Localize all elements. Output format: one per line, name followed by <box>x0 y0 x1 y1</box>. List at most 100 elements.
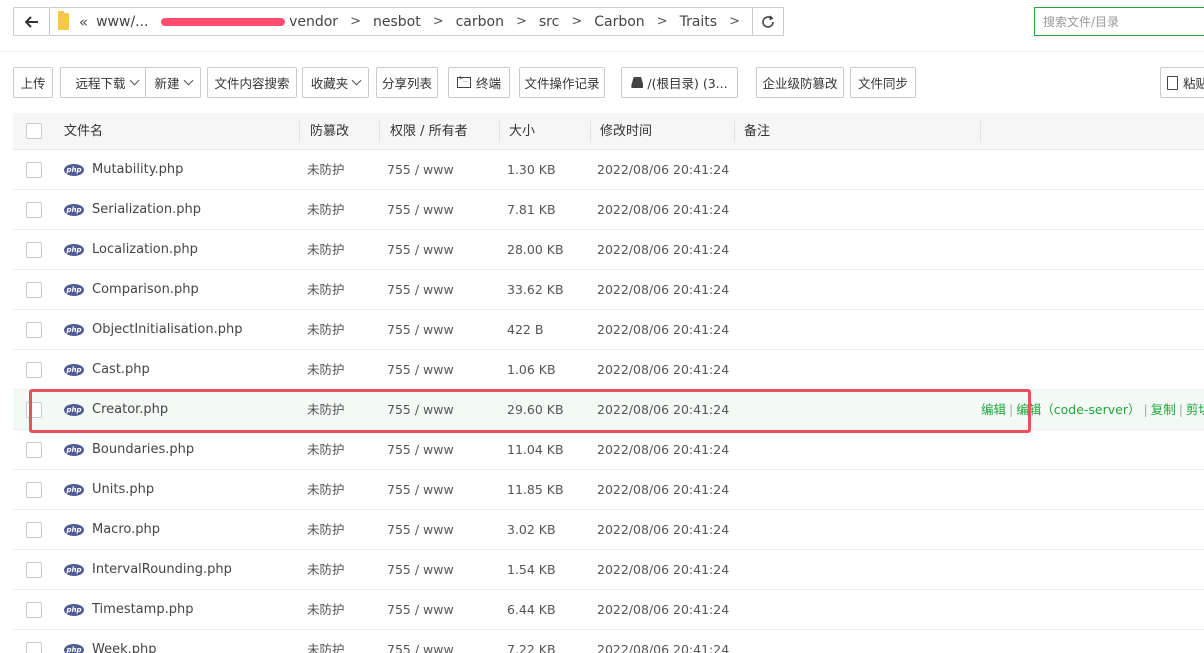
file-name[interactable]: IntervalRounding.php <box>92 550 232 590</box>
tamper-status[interactable]: 未防护 <box>307 390 345 430</box>
permission-owner[interactable]: 755 / www <box>387 150 454 190</box>
file-name[interactable]: Serialization.php <box>92 190 201 230</box>
file-name[interactable]: Boundaries.php <box>92 430 194 470</box>
permission-owner[interactable]: 755 / www <box>387 390 454 430</box>
row-checkbox[interactable] <box>26 482 42 498</box>
file-name[interactable]: Comparison.php <box>92 270 199 310</box>
row-checkbox[interactable] <box>26 442 42 458</box>
table-row[interactable]: php Week.php 未防护 755 / www 7.22 KB 2022/08/06… <box>13 630 1204 653</box>
remote-download-label: 远程下载 <box>75 76 126 91</box>
tamper-status[interactable]: 未防护 <box>307 430 345 470</box>
permission-owner[interactable]: 755 / www <box>387 350 454 390</box>
tamper-status[interactable]: 未防护 <box>307 630 345 653</box>
breadcrumb-redacted[interactable]: www/... <box>96 14 148 30</box>
table-row[interactable]: php Serialization.php 未防护 755 / www 7.81 KB 2… <box>13 190 1204 230</box>
row-op-link[interactable]: 编辑（code-server） <box>1016 402 1140 417</box>
permission-owner[interactable]: 755 / www <box>387 230 454 270</box>
row-checkbox[interactable] <box>26 642 42 653</box>
permission-owner[interactable]: 755 / www <box>387 510 454 550</box>
table-row[interactable]: php Mutability.php 未防护 755 / www 1.30 KB 2022… <box>13 150 1204 190</box>
row-checkbox[interactable] <box>26 402 42 418</box>
row-checkbox[interactable] <box>26 522 42 538</box>
breadcrumb-carbon[interactable]: carbon <box>456 14 504 30</box>
breadcrumb[interactable]: « www/... vendor > nesbot > carbon > src… <box>50 7 753 36</box>
header-mtime[interactable]: 修改时间 <box>600 113 652 150</box>
breadcrumb-vendor[interactable]: vendor <box>289 14 338 30</box>
table-row[interactable]: php ObjectInitialisation.php 未防护 755 / www 4… <box>13 310 1204 350</box>
table-row[interactable]: php IntervalRounding.php 未防护 755 / www 1.54 … <box>13 550 1204 590</box>
tamper-status[interactable]: 未防护 <box>307 190 345 230</box>
content-search-button[interactable]: 文件内容搜索 <box>207 67 297 98</box>
enterprise-tamper-button[interactable]: 企业级防篡改 <box>756 67 844 98</box>
table-row[interactable]: php Macro.php 未防护 755 / www 3.02 KB 2022/08/0… <box>13 510 1204 550</box>
breadcrumb-Carbon[interactable]: Carbon <box>594 14 644 30</box>
file-name[interactable]: Macro.php <box>92 510 160 550</box>
tamper-status[interactable]: 未防护 <box>307 350 345 390</box>
search-input[interactable] <box>1034 7 1204 36</box>
row-op-link[interactable]: 剪切 <box>1186 402 1204 417</box>
file-name[interactable]: Cast.php <box>92 350 150 390</box>
permission-owner[interactable]: 755 / www <box>387 590 454 630</box>
file-name[interactable]: Mutability.php <box>92 150 183 190</box>
row-checkbox[interactable] <box>26 362 42 378</box>
share-list-button[interactable]: 分享列表 <box>376 67 438 98</box>
refresh-button[interactable] <box>752 7 784 36</box>
file-name[interactable]: Timestamp.php <box>92 590 193 630</box>
tamper-status[interactable]: 未防护 <box>307 230 345 270</box>
row-op-link[interactable]: 编辑 <box>981 402 1006 417</box>
remote-download-button[interactable]: 远程下载 <box>60 67 153 98</box>
breadcrumb-nesbot[interactable]: nesbot <box>373 14 421 30</box>
permission-owner[interactable]: 755 / www <box>387 190 454 230</box>
header-filename[interactable]: 文件名 <box>64 113 103 150</box>
file-name[interactable]: ObjectInitialisation.php <box>92 310 242 350</box>
tamper-status[interactable]: 未防护 <box>307 150 345 190</box>
terminal-button[interactable]: 终端 <box>448 67 510 98</box>
breadcrumb-src[interactable]: src <box>539 14 559 30</box>
new-button[interactable]: 新建 <box>145 67 201 98</box>
favorites-button[interactable]: 收藏夹 <box>302 67 369 98</box>
row-checkbox[interactable] <box>26 602 42 618</box>
permission-owner[interactable]: 755 / www <box>387 630 454 653</box>
file-name[interactable]: Units.php <box>92 470 154 510</box>
header-permission[interactable]: 权限 / 所有者 <box>390 113 468 150</box>
tamper-status[interactable]: 未防护 <box>307 550 345 590</box>
table-row[interactable]: php Cast.php 未防护 755 / www 1.06 KB 2022/08/06… <box>13 350 1204 390</box>
row-checkbox[interactable] <box>26 282 42 298</box>
upload-button[interactable]: 上传 <box>13 67 53 98</box>
header-size[interactable]: 大小 <box>509 113 535 150</box>
table-row[interactable]: php Creator.php 未防护 755 / www 29.60 KB 2022/0… <box>13 390 1204 430</box>
table-row[interactable]: php Units.php 未防护 755 / www 11.85 KB 2022/08/… <box>13 470 1204 510</box>
operation-log-button[interactable]: 文件操作记录 <box>519 67 605 98</box>
row-op-link[interactable]: 复制 <box>1151 402 1176 417</box>
row-checkbox[interactable] <box>26 242 42 258</box>
breadcrumb-Traits[interactable]: Traits <box>680 14 718 30</box>
tamper-status[interactable]: 未防护 <box>307 270 345 310</box>
permission-owner[interactable]: 755 / www <box>387 310 454 350</box>
permission-owner[interactable]: 755 / www <box>387 430 454 470</box>
file-name[interactable]: Localization.php <box>92 230 198 270</box>
select-all-checkbox[interactable] <box>26 123 42 139</box>
double-chevron-left-icon[interactable]: « <box>79 13 88 31</box>
tamper-status[interactable]: 未防护 <box>307 590 345 630</box>
row-checkbox[interactable] <box>26 202 42 218</box>
tamper-status[interactable]: 未防护 <box>307 470 345 510</box>
permission-owner[interactable]: 755 / www <box>387 270 454 310</box>
row-checkbox[interactable] <box>26 162 42 178</box>
paste-button[interactable]: 粘贴 <box>1160 67 1204 98</box>
file-name[interactable]: Week.php <box>92 630 157 653</box>
permission-owner[interactable]: 755 / www <box>387 550 454 590</box>
tamper-status[interactable]: 未防护 <box>307 310 345 350</box>
table-row[interactable]: php Comparison.php 未防护 755 / www 33.62 KB 202… <box>13 270 1204 310</box>
table-row[interactable]: php Timestamp.php 未防护 755 / www 6.44 KB 2022/… <box>13 590 1204 630</box>
disk-button[interactable]: /(根目录) (3... <box>621 67 738 98</box>
file-sync-button[interactable]: 文件同步 <box>850 67 916 98</box>
header-tamper[interactable]: 防篡改 <box>310 113 349 150</box>
file-name[interactable]: Creator.php <box>92 390 168 430</box>
tamper-status[interactable]: 未防护 <box>307 510 345 550</box>
table-row[interactable]: php Localization.php 未防护 755 / www 28.00 KB 2… <box>13 230 1204 270</box>
row-checkbox[interactable] <box>26 562 42 578</box>
row-checkbox[interactable] <box>26 322 42 338</box>
back-button[interactable] <box>13 7 50 36</box>
permission-owner[interactable]: 755 / www <box>387 470 454 510</box>
table-row[interactable]: php Boundaries.php 未防护 755 / www 11.04 KB 202… <box>13 430 1204 470</box>
